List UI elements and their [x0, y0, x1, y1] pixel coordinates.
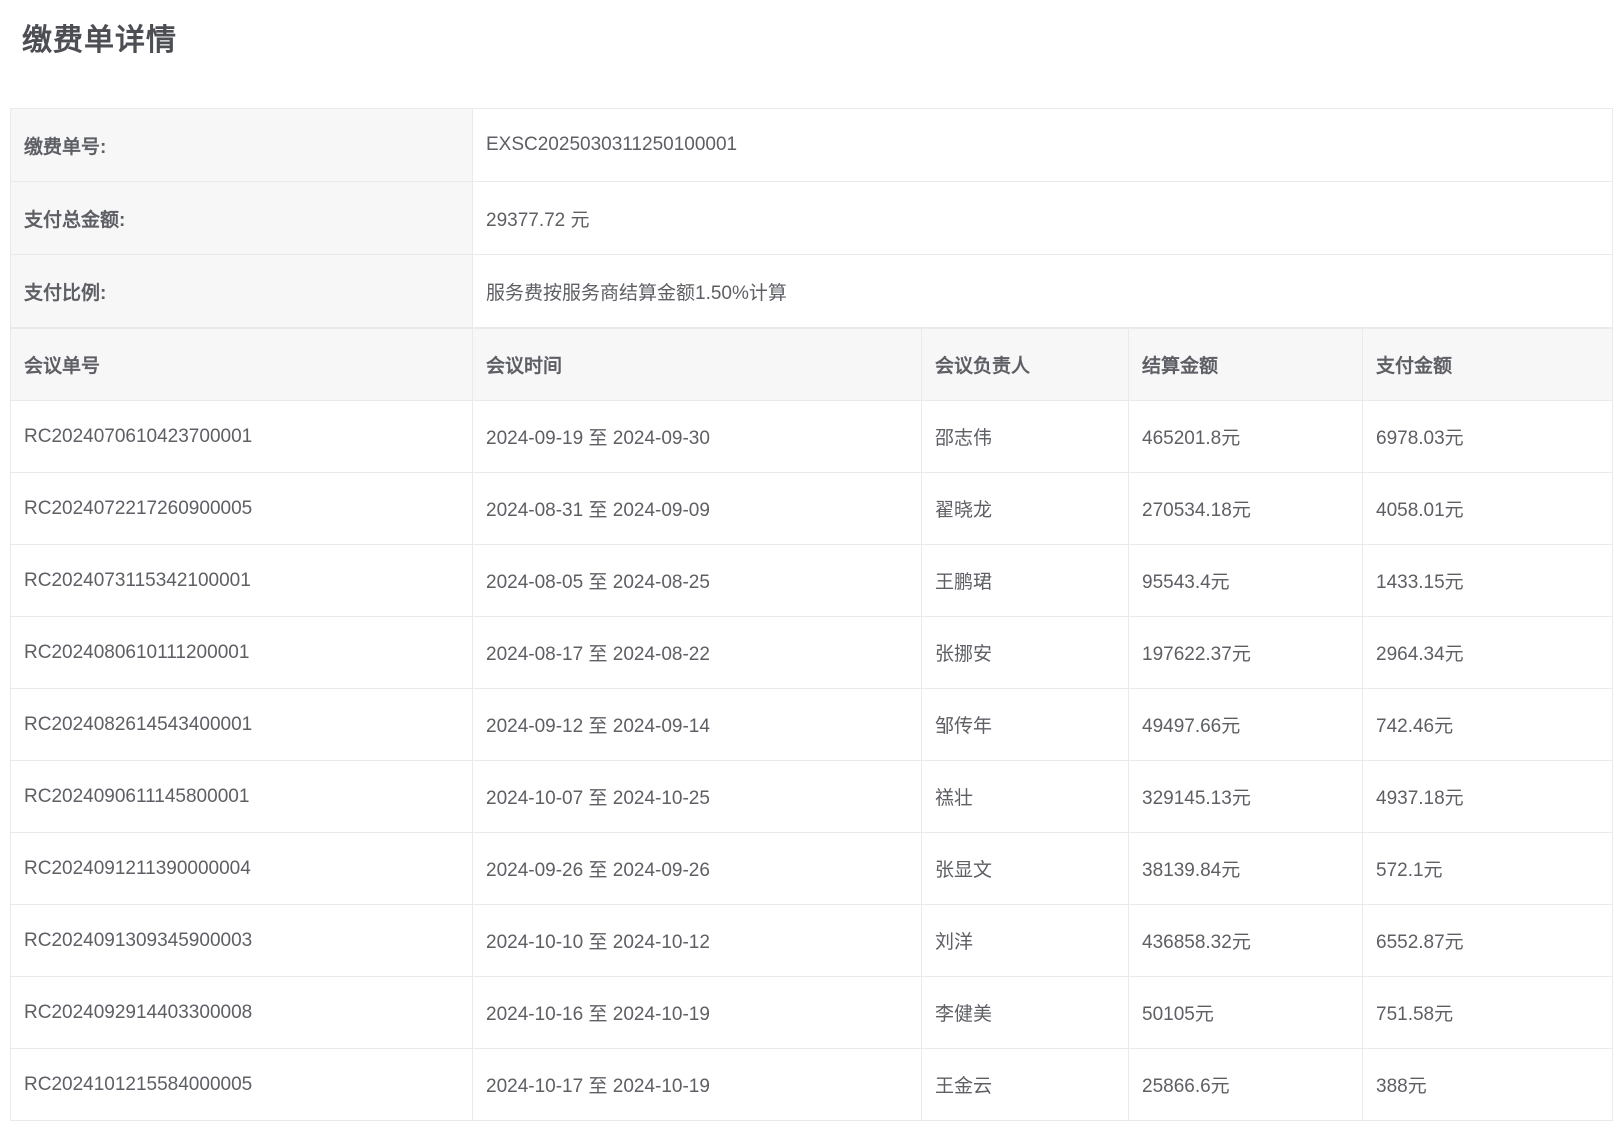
table-row: RC20240722172609000052024-08-31 至 2024-0…	[11, 473, 1613, 545]
cell-settlement-amount: 38139.84元	[1129, 833, 1363, 905]
cell-payment-amount: 4058.01元	[1363, 473, 1613, 545]
cell-meeting-leader: 王金云	[922, 1049, 1129, 1121]
cell-payment-amount: 6978.03元	[1363, 401, 1613, 473]
column-header-meeting-time: 会议时间	[473, 329, 922, 401]
table-header-row: 会议单号会议时间会议负责人结算金额支付金额	[11, 329, 1613, 401]
table-row: RC20240929144033000082024-10-16 至 2024-1…	[11, 977, 1613, 1049]
cell-meeting-leader: 张挪安	[922, 617, 1129, 689]
cell-meeting-time: 2024-10-07 至 2024-10-25	[473, 761, 922, 833]
cell-meeting-time: 2024-10-16 至 2024-10-19	[473, 977, 922, 1049]
cell-order-no: RC2024090611145800001	[11, 761, 473, 833]
cell-settlement-amount: 270534.18元	[1129, 473, 1363, 545]
info-label: 缴费单号:	[11, 109, 473, 182]
table-row: RC20240706104237000012024-09-19 至 2024-0…	[11, 401, 1613, 473]
table-row: RC20241012155840000052024-10-17 至 2024-1…	[11, 1049, 1613, 1121]
table-row: RC20240826145434000012024-09-12 至 2024-0…	[11, 689, 1613, 761]
info-row: 支付总金额:29377.72 元	[11, 182, 1613, 255]
cell-order-no: RC2024091211390000004	[11, 833, 473, 905]
cell-meeting-leader: 王鹏珺	[922, 545, 1129, 617]
table-row: RC20240912113900000042024-09-26 至 2024-0…	[11, 833, 1613, 905]
table-row: RC20240906111458000012024-10-07 至 2024-1…	[11, 761, 1613, 833]
cell-payment-amount: 1433.15元	[1363, 545, 1613, 617]
table-row: RC20240731153421000012024-08-05 至 2024-0…	[11, 545, 1613, 617]
cell-settlement-amount: 465201.8元	[1129, 401, 1363, 473]
cell-meeting-leader: 刘洋	[922, 905, 1129, 977]
cell-order-no: RC2024082614543400001	[11, 689, 473, 761]
cell-meeting-time: 2024-08-05 至 2024-08-25	[473, 545, 922, 617]
info-label: 支付总金额:	[11, 182, 473, 255]
info-value: EXSC2025030311250100001	[473, 109, 1613, 182]
cell-settlement-amount: 49497.66元	[1129, 689, 1363, 761]
meetings-table: 会议单号会议时间会议负责人结算金额支付金额 RC2024070610423700…	[10, 328, 1613, 1121]
cell-order-no: RC2024092914403300008	[11, 977, 473, 1049]
column-header-payment-amount: 支付金额	[1363, 329, 1613, 401]
cell-meeting-leader: 翟晓龙	[922, 473, 1129, 545]
bill-info-table: 缴费单号:EXSC2025030311250100001支付总金额:29377.…	[10, 108, 1613, 328]
column-header-meeting-leader: 会议负责人	[922, 329, 1129, 401]
cell-meeting-leader: 禚壮	[922, 761, 1129, 833]
table-row: RC20240806101112000012024-08-17 至 2024-0…	[11, 617, 1613, 689]
cell-meeting-time: 2024-08-31 至 2024-09-09	[473, 473, 922, 545]
cell-payment-amount: 572.1元	[1363, 833, 1613, 905]
tables-container: 缴费单号:EXSC2025030311250100001支付总金额:29377.…	[10, 108, 1612, 1121]
page-title: 缴费单详情	[0, 0, 1622, 62]
column-header-settlement-amount: 结算金额	[1129, 329, 1363, 401]
cell-settlement-amount: 95543.4元	[1129, 545, 1363, 617]
info-value: 服务费按服务商结算金额1.50%计算	[473, 255, 1613, 328]
cell-order-no: RC2024091309345900003	[11, 905, 473, 977]
cell-order-no: RC2024073115342100001	[11, 545, 473, 617]
cell-payment-amount: 742.46元	[1363, 689, 1613, 761]
cell-settlement-amount: 25866.6元	[1129, 1049, 1363, 1121]
cell-payment-amount: 2964.34元	[1363, 617, 1613, 689]
cell-meeting-leader: 张显文	[922, 833, 1129, 905]
cell-payment-amount: 751.58元	[1363, 977, 1613, 1049]
cell-meeting-time: 2024-09-19 至 2024-09-30	[473, 401, 922, 473]
info-row: 支付比例:服务费按服务商结算金额1.50%计算	[11, 255, 1613, 328]
cell-meeting-leader: 邹传年	[922, 689, 1129, 761]
cell-meeting-leader: 邵志伟	[922, 401, 1129, 473]
cell-payment-amount: 388元	[1363, 1049, 1613, 1121]
cell-order-no: RC2024072217260900005	[11, 473, 473, 545]
info-label: 支付比例:	[11, 255, 473, 328]
column-header-order-no: 会议单号	[11, 329, 473, 401]
cell-meeting-time: 2024-10-17 至 2024-10-19	[473, 1049, 922, 1121]
cell-meeting-time: 2024-09-12 至 2024-09-14	[473, 689, 922, 761]
cell-meeting-time: 2024-10-10 至 2024-10-12	[473, 905, 922, 977]
payment-bill-detail-page: 缴费单详情 缴费单号:EXSC2025030311250100001支付总金额:…	[0, 0, 1622, 1136]
cell-meeting-time: 2024-08-17 至 2024-08-22	[473, 617, 922, 689]
cell-meeting-time: 2024-09-26 至 2024-09-26	[473, 833, 922, 905]
cell-order-no: RC2024070610423700001	[11, 401, 473, 473]
cell-settlement-amount: 329145.13元	[1129, 761, 1363, 833]
cell-order-no: RC2024101215584000005	[11, 1049, 473, 1121]
info-row: 缴费单号:EXSC2025030311250100001	[11, 109, 1613, 182]
cell-order-no: RC2024080610111200001	[11, 617, 473, 689]
info-value: 29377.72 元	[473, 182, 1613, 255]
table-row: RC20240913093459000032024-10-10 至 2024-1…	[11, 905, 1613, 977]
cell-settlement-amount: 197622.37元	[1129, 617, 1363, 689]
cell-payment-amount: 6552.87元	[1363, 905, 1613, 977]
cell-settlement-amount: 436858.32元	[1129, 905, 1363, 977]
cell-meeting-leader: 李健美	[922, 977, 1129, 1049]
cell-settlement-amount: 50105元	[1129, 977, 1363, 1049]
cell-payment-amount: 4937.18元	[1363, 761, 1613, 833]
